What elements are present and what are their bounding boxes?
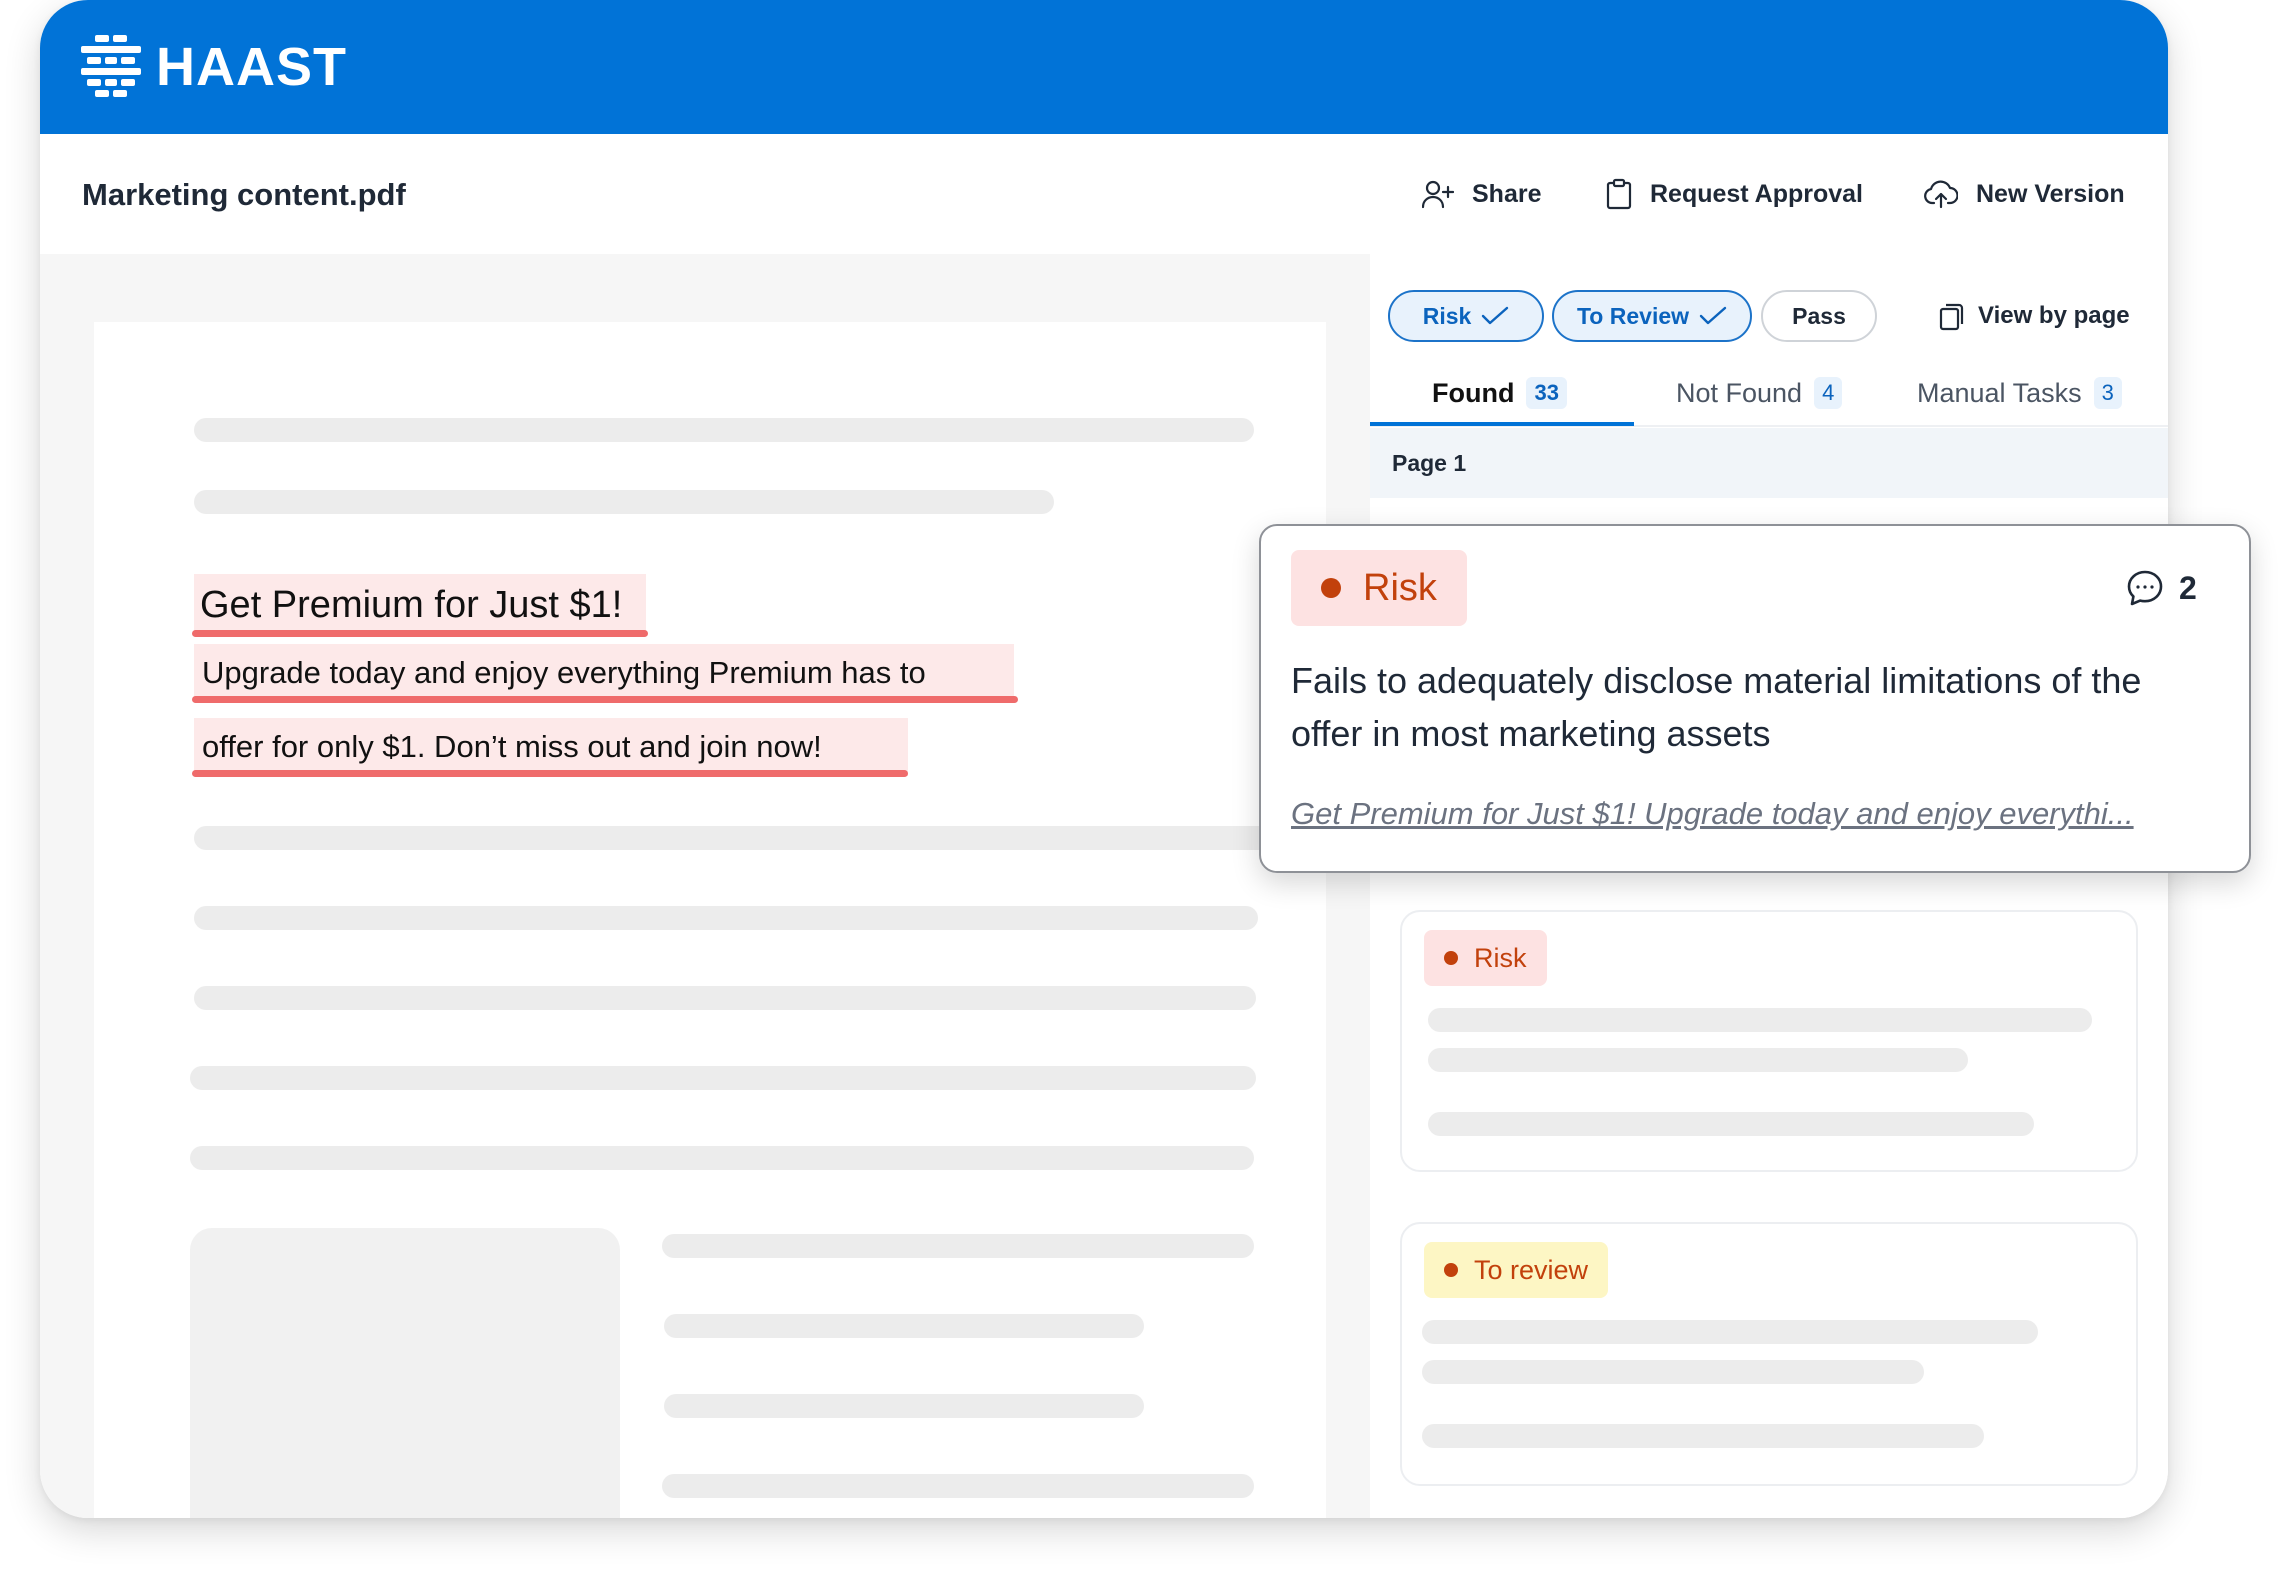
tab-found-count: 33	[1526, 377, 1567, 409]
placeholder-line	[194, 906, 1258, 930]
status-dot-icon	[1444, 951, 1458, 965]
document-preview: Get Premium for Just $1! Upgrade today a…	[40, 254, 1370, 1518]
finding-detail-popup[interactable]: Risk 2 Fails to adequately disclose mate…	[1259, 524, 2251, 873]
highlight-underline	[192, 770, 908, 777]
file-name: Marketing content.pdf	[82, 177, 406, 212]
to-review-badge-label: To review	[1474, 1254, 1589, 1285]
tab-not-found-label: Not Found	[1676, 377, 1803, 408]
risk-badge: Risk	[1424, 930, 1547, 986]
active-tab-indicator	[1370, 422, 1634, 426]
comment-count: 2	[2179, 569, 2197, 606]
placeholder-line	[194, 986, 1256, 1010]
document-page: Get Premium for Just $1! Upgrade today a…	[94, 322, 1358, 1518]
popup-risk-label: Risk	[1363, 566, 1437, 609]
view-by-page-button[interactable]: View by page	[1938, 296, 2130, 336]
tab-found[interactable]: Found 33	[1432, 368, 1567, 418]
tab-not-found[interactable]: Not Found 4	[1676, 368, 1843, 418]
request-approval-button[interactable]: Request Approval	[1606, 174, 1863, 214]
share-button[interactable]: Share	[1422, 174, 1541, 214]
placeholder-line	[664, 1394, 1144, 1418]
finding-title: Fails to adequately disclose material li…	[1291, 660, 2142, 754]
filter-to-review-chip[interactable]: To Review	[1552, 290, 1752, 342]
placeholder-line	[194, 490, 1054, 514]
add-user-icon	[1422, 180, 1454, 209]
comment-icon	[2127, 570, 2163, 606]
tab-manual-tasks-label: Manual Tasks	[1917, 377, 2082, 408]
risk-badge-label: Risk	[1474, 942, 1527, 973]
placeholder-line	[1428, 1008, 2092, 1032]
filter-to-review-label: To Review	[1576, 302, 1690, 329]
placeholder-line	[1428, 1048, 1968, 1072]
status-dot-icon	[1444, 1263, 1458, 1277]
cloud-upload-icon	[1924, 180, 1958, 209]
finding-card[interactable]: Risk	[1400, 910, 2138, 1172]
share-label: Share	[1472, 179, 1542, 208]
placeholder-line	[662, 1234, 1254, 1258]
placeholder-line	[190, 1066, 1256, 1090]
filter-risk-label: Risk	[1422, 302, 1472, 329]
document-line-1[interactable]: Upgrade today and enjoy everything Premi…	[202, 650, 926, 696]
placeholder-line	[194, 826, 1358, 850]
placeholder-line	[1422, 1360, 1924, 1384]
placeholder-line	[1428, 1112, 2034, 1136]
clipboard-icon	[1606, 178, 1632, 210]
comments-button[interactable]: 2	[2125, 566, 2197, 610]
placeholder-line	[194, 418, 1254, 442]
filter-pass-label: Pass	[1792, 302, 1846, 329]
file-toolbar: Marketing content.pdf Share Request Appr…	[40, 134, 2168, 256]
finding-card[interactable]: To review	[1400, 1222, 2138, 1486]
page-group-label: Page 1	[1392, 450, 1467, 476]
new-version-label: New Version	[1976, 179, 2125, 208]
check-icon	[1699, 306, 1727, 325]
view-by-page-label: View by page	[1978, 302, 2130, 329]
document-line-2[interactable]: offer for only $1. Don’t miss out and jo…	[202, 724, 822, 770]
to-review-badge: To review	[1424, 1242, 1609, 1298]
image-placeholder	[190, 1228, 620, 1518]
placeholder-line	[1422, 1320, 2038, 1344]
highlight-underline	[192, 696, 1018, 703]
check-icon	[1482, 306, 1509, 325]
placeholder-line	[662, 1474, 1254, 1498]
placeholder-line	[190, 1146, 1254, 1170]
request-approval-label: Request Approval	[1650, 179, 1864, 208]
review-panel: Risk To Review Pass View by page Found 3…	[1370, 254, 2168, 1518]
document-headline[interactable]: Get Premium for Just $1!	[200, 578, 622, 632]
top-bar: HAAST	[40, 0, 2168, 134]
popup-risk-badge: Risk	[1291, 550, 1467, 626]
page-group-header: Page 1	[1370, 428, 2168, 498]
filter-pass-chip[interactable]: Pass	[1761, 290, 1877, 342]
tab-not-found-count: 4	[1814, 377, 1843, 409]
filter-risk-chip[interactable]: Risk	[1388, 290, 1544, 342]
placeholder-line	[664, 1314, 1144, 1338]
new-version-button[interactable]: New Version	[1924, 174, 2125, 214]
status-dot-icon	[1321, 578, 1341, 598]
tab-found-label: Found	[1432, 377, 1515, 408]
placeholder-line	[1422, 1424, 1984, 1448]
brand-name: HAAST	[156, 37, 347, 97]
pages-icon	[1939, 303, 1964, 331]
tab-manual-tasks-count: 3	[2093, 377, 2122, 409]
highlight-underline	[192, 630, 648, 637]
tab-manual-tasks[interactable]: Manual Tasks 3	[1917, 368, 2122, 418]
finding-excerpt-link[interactable]: Get Premium for Just $1! Upgrade today a…	[1291, 792, 2221, 836]
haast-logo-icon	[81, 35, 141, 97]
